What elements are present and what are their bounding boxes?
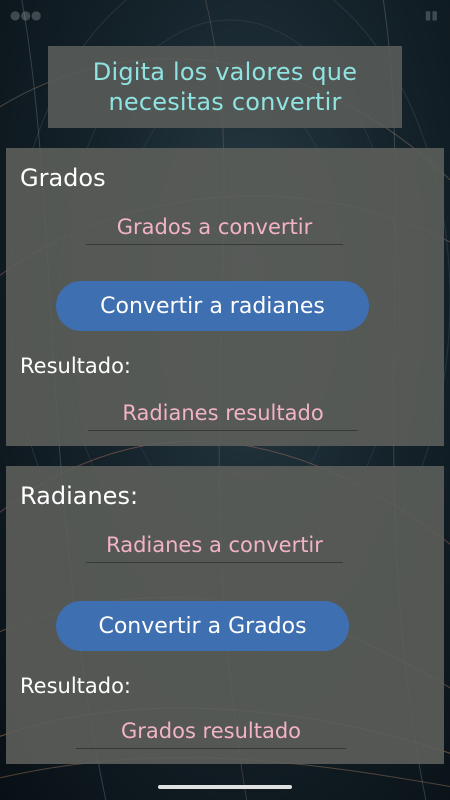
status-icons-right: ▮▮	[424, 8, 438, 22]
radianes-panel: Radianes: Radianes a convertir Convertir…	[6, 466, 444, 764]
instruction-text: Digita los valores que necesitas convert…	[92, 58, 358, 116]
convert-to-radians-button[interactable]: Convertir a radianes	[56, 281, 369, 331]
grados-input[interactable]: Grados a convertir	[86, 210, 343, 245]
radians-result-field[interactable]: Radianes resultado	[88, 396, 358, 431]
convert-to-degrees-button[interactable]: Convertir a Grados	[56, 601, 349, 651]
home-indicator[interactable]	[158, 785, 292, 789]
grados-result-label: Resultado:	[20, 354, 132, 378]
status-bar: ●●● ▮▮	[0, 0, 450, 30]
radianes-result-label: Resultado:	[20, 674, 132, 698]
grados-title: Grados	[20, 164, 106, 192]
radianes-title: Radianes:	[20, 482, 139, 510]
radianes-input[interactable]: Radianes a convertir	[86, 528, 343, 563]
grados-panel: Grados Grados a convertir Convertir a ra…	[6, 148, 444, 446]
status-icons-left: ●●●	[10, 8, 42, 22]
instruction-banner: Digita los valores que necesitas convert…	[48, 46, 402, 128]
degrees-result-field[interactable]: Grados resultado	[76, 714, 346, 749]
